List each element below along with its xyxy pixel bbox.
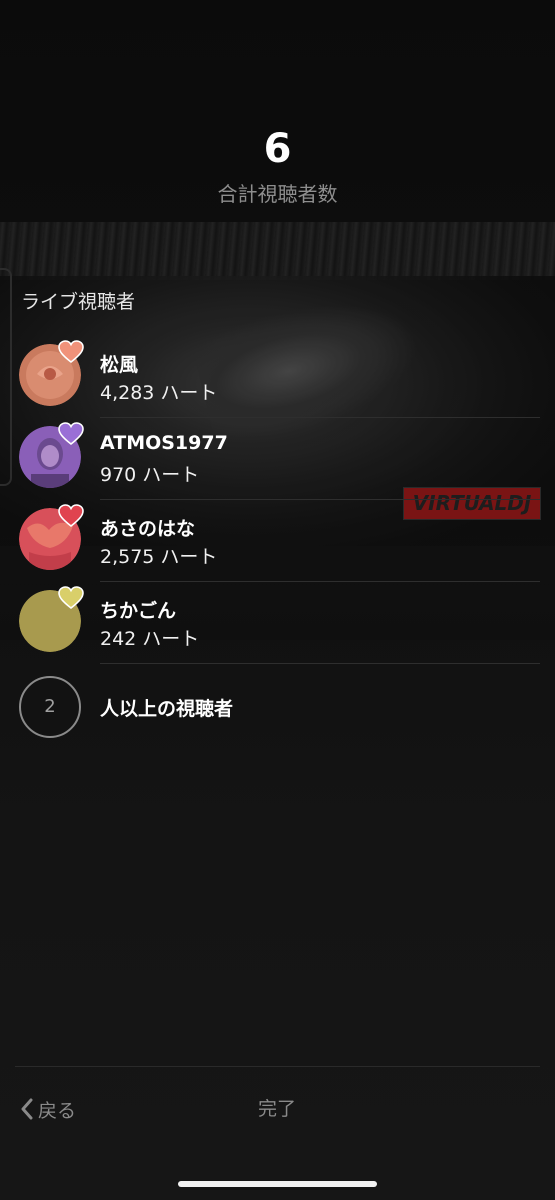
viewer-row[interactable]: ちかごん 242 ハート — [0, 582, 555, 664]
viewer-list: 松風 4,283 ハート ATMOS1977 970 ハート あさのはな 2,5… — [0, 336, 555, 750]
viewer-name: あさのはな — [100, 518, 196, 540]
heart-icon — [58, 504, 84, 528]
viewer-name: ATMOS1977 — [100, 432, 228, 454]
back-label: 戻る — [38, 1099, 77, 1122]
viewers-screen: VIRTUALDJ 6 合計視聴者数 ライブ視聴者 松風 4,283 ハート A… — [0, 0, 555, 1200]
done-button[interactable]: 完了 — [237, 1093, 317, 1125]
background-video-strip — [0, 222, 555, 280]
viewer-row[interactable]: ATMOS1977 970 ハート — [0, 418, 555, 500]
viewer-heart-count: 2,575 ハート — [100, 546, 218, 568]
chevron-left-icon — [21, 1098, 33, 1120]
viewer-name: ちかごん — [100, 600, 177, 622]
viewer-heart-count: 970 ハート — [100, 464, 200, 486]
total-viewer-count: 6 — [263, 126, 292, 172]
viewer-heart-count: 242 ハート — [100, 628, 200, 650]
total-viewer-label: 合計視聴者数 — [217, 182, 338, 206]
heart-icon — [58, 586, 84, 610]
more-viewers-row[interactable]: 2 人以上の視聴者 — [0, 664, 555, 750]
more-viewers-label: 人以上の視聴者 — [100, 698, 234, 720]
viewer-heart-count: 4,283 ハート — [100, 382, 218, 404]
live-viewers-heading: ライブ視聴者 — [21, 291, 136, 313]
viewer-row[interactable]: あさのはな 2,575 ハート — [0, 500, 555, 582]
footer-divider — [15, 1066, 540, 1067]
home-indicator[interactable] — [178, 1181, 377, 1187]
viewer-row[interactable]: 松風 4,283 ハート — [0, 336, 555, 418]
heart-icon — [58, 422, 84, 446]
heart-icon — [58, 340, 84, 364]
more-viewers-count: 2 — [19, 676, 81, 738]
back-button[interactable]: 戻る — [20, 1093, 76, 1125]
viewer-name: 松風 — [100, 354, 139, 376]
